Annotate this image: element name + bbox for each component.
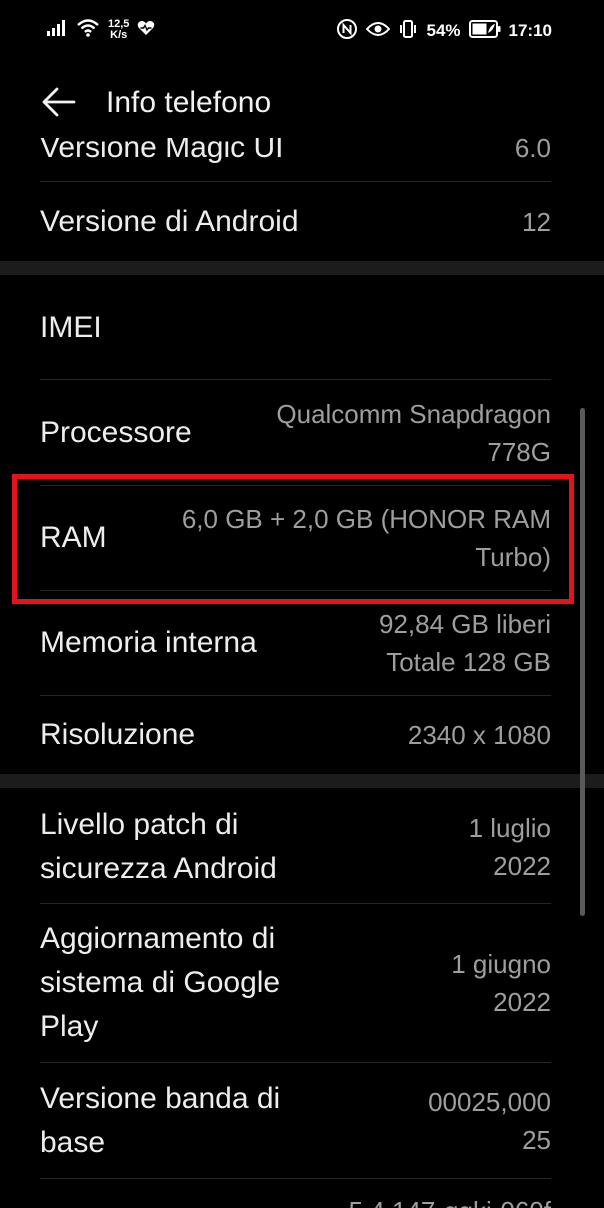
row-label-line: Play — [40, 1010, 99, 1043]
row-value-line: 2022 — [493, 987, 551, 1017]
battery-percent: 54% — [426, 21, 461, 40]
row-value-line: 00025,000 — [428, 1087, 551, 1117]
row-label: Risoluzione — [40, 718, 196, 751]
row-value-line: 778G — [487, 437, 551, 467]
settings-list[interactable]: Versione Magic UI 6.0 Versione di Androi… — [0, 110, 604, 1208]
row-label-line: Livello patch di — [40, 808, 239, 841]
row-value-line: 25 — [522, 1125, 551, 1155]
clock: 17:10 — [508, 21, 552, 40]
row-security-patch[interactable]: Livello patch di sicurezza Android 1 lug… — [40, 790, 551, 904]
row-internal-storage[interactable]: Memoria interna 92,84 GB liberi Totale 1… — [40, 591, 551, 695]
row-imei[interactable]: IMEI — [40, 276, 551, 380]
row-label: Processore — [40, 416, 192, 449]
row-value: 92,84 GB liberi Totale 128 GB — [379, 605, 551, 681]
wifi-icon — [76, 18, 100, 42]
row-label: RAM — [40, 521, 107, 554]
battery-icon — [468, 20, 501, 42]
row-kernel-version[interactable]: 5.4.147-qgki-060f — [40, 1192, 551, 1208]
row-value: 5.4.147-qgki-060f — [349, 1192, 551, 1208]
app-header: Info telefono — [0, 68, 604, 138]
eye-comfort-icon — [366, 20, 391, 42]
row-value: 2340 x 1080 — [407, 720, 551, 750]
row-value-line: 1 luglio — [468, 813, 551, 843]
status-bar-left: 12,5 K/s — [46, 18, 155, 42]
row-label: Livello patch di sicurezza Android — [40, 803, 277, 891]
row-value-line: Totale 128 GB — [386, 647, 551, 677]
divider — [40, 1178, 551, 1179]
section-separator — [0, 774, 604, 788]
row-ram[interactable]: RAM 6,0 GB + 2,0 GB (HONOR RAM Turbo) — [40, 486, 551, 590]
row-label-line: base — [40, 1126, 106, 1159]
row-label-line: sistema di Google — [40, 966, 281, 999]
row-label-line: Versione banda di — [40, 1082, 281, 1115]
section-separator — [0, 261, 604, 275]
arrow-left-icon — [40, 86, 76, 122]
scrollbar-thumb[interactable] — [580, 408, 585, 916]
row-processor[interactable]: Processore Qualcomm Snapdragon 778G — [40, 380, 551, 486]
page-title: Info telefono — [106, 86, 272, 119]
row-value-line: Qualcomm Snapdragon — [276, 399, 551, 429]
row-label-line: Aggiornamento di — [40, 922, 276, 955]
row-google-play-system-update[interactable]: Aggiornamento di sistema di Google Play … — [40, 904, 551, 1062]
row-value: 6,0 GB + 2,0 GB (HONOR RAM Turbo) — [182, 500, 551, 576]
row-value: 00025,000 25 — [428, 1083, 551, 1159]
row-value-line: 1 giugno — [451, 949, 551, 979]
row-value: 1 giugno 2022 — [451, 945, 551, 1021]
row-value-line: 6,0 GB + 2,0 GB (HONOR RAM — [181, 504, 551, 534]
vibrate-icon — [398, 19, 418, 43]
row-label: Versione di Android — [40, 205, 299, 238]
signal-icon — [46, 19, 68, 41]
row-value-line: 92,84 GB liberi — [379, 609, 551, 639]
row-label: IMEI — [40, 311, 102, 344]
row-baseband-version[interactable]: Versione banda di base 00025,000 25 — [40, 1063, 551, 1179]
row-label: Memoria interna — [40, 626, 257, 659]
row-value-line: 2022 — [493, 851, 551, 881]
row-value: 12 — [522, 207, 551, 237]
row-value: 1 luglio 2022 — [469, 809, 551, 885]
row-label: Aggiornamento di sistema di Google Play — [40, 917, 280, 1049]
net-speed-unit: K/s — [110, 29, 128, 41]
row-label: Versione banda di base — [40, 1077, 280, 1165]
row-android-version[interactable]: Versione di Android 12 — [40, 182, 551, 262]
net-speed: 12,5 K/s — [108, 19, 129, 41]
row-value: Qualcomm Snapdragon 778G — [276, 395, 551, 471]
back-button[interactable] — [36, 82, 80, 126]
status-bar: 12,5 K/s 54% 17:10 — [0, 0, 604, 68]
health-heart-icon — [137, 20, 155, 40]
row-resolution[interactable]: Risoluzione 2340 x 1080 — [40, 696, 551, 774]
row-label-line: sicurezza Android — [40, 852, 277, 885]
nfc-icon — [336, 18, 358, 44]
row-value-line: Turbo) — [475, 542, 551, 572]
status-bar-right: 54% 17:10 — [336, 18, 552, 44]
